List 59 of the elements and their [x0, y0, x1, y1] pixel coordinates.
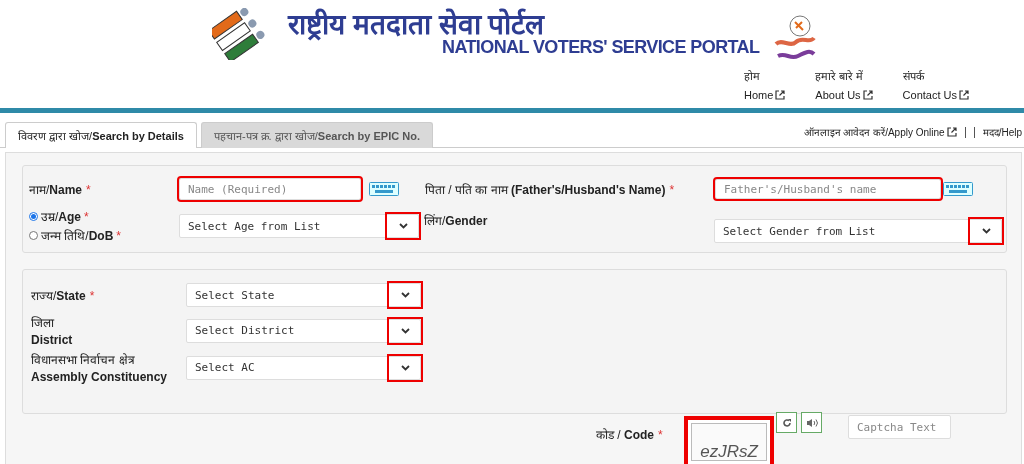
captcha-image: ezJRsZ [686, 418, 772, 464]
radio-button[interactable] [29, 231, 38, 240]
name-field[interactable]: Name (Required) [179, 178, 361, 200]
location-select[interactable]: Select District [186, 318, 421, 343]
location-label: जिला [31, 315, 54, 331]
location-select[interactable]: Select AC [186, 355, 421, 380]
location-select[interactable]: Select State [186, 283, 421, 307]
captcha-label: कोड / Code [596, 427, 654, 443]
captcha-field[interactable]: Captcha Text [848, 415, 951, 439]
external-link-icon [862, 90, 873, 100]
chevron-down-icon [398, 223, 408, 229]
location-label: राज्य/State [31, 287, 86, 304]
required-mark: * [89, 288, 95, 303]
relative-name-field[interactable]: Father's/Husband's name [715, 179, 941, 200]
gender-select[interactable]: Select Gender from List [714, 219, 1002, 243]
select-value: Select Age from List [188, 219, 321, 233]
select-value: Select District [195, 324, 295, 337]
radio-button[interactable] [29, 212, 38, 221]
gender-label: लिंग/Gender [424, 213, 488, 229]
external-link-icon [775, 90, 786, 100]
chevron-down-icon [400, 327, 410, 334]
external-link-icon [946, 127, 957, 137]
required-mark: * [84, 209, 89, 224]
relative-name-label: पिता / पति का नाम (Father's/Husband's Name) [425, 181, 666, 198]
required-mark: * [669, 182, 675, 197]
help-link[interactable]: मदद/Help [982, 125, 1022, 139]
location-label: विधानसभा निर्वाचन क्षेत्र [31, 352, 135, 368]
nav-label-hindi: होम [744, 69, 761, 83]
apply-online-link[interactable]: ऑनलाइन आवेदन करें/Apply Online [803, 125, 957, 139]
ballot-logo-icon [212, 8, 266, 60]
nav-link[interactable]: About Us [815, 89, 873, 101]
search-tab[interactable]: विवरण द्वारा खोज/Search by Details [5, 122, 197, 148]
nav-label-hindi: हमारे बारे में [815, 69, 865, 83]
external-link-icon [959, 90, 969, 100]
name-label: नाम/Name [29, 181, 83, 198]
location-label-english: District [31, 333, 74, 347]
chevron-down-icon [981, 228, 991, 234]
nav-label-hindi: संपर्क [902, 69, 926, 83]
chevron-down-icon [400, 292, 410, 298]
nav-link[interactable]: Home [744, 89, 786, 101]
keyboard-icon[interactable] [369, 182, 399, 196]
required-mark: * [116, 228, 121, 243]
age-select[interactable]: Select Age from List [179, 214, 419, 238]
keyboard-icon[interactable] [943, 182, 973, 196]
audio-button[interactable] [801, 412, 822, 433]
required-mark: * [658, 428, 663, 442]
select-value: Select State [195, 288, 275, 302]
speaker-icon [805, 417, 818, 428]
location-label-english: Assembly Constituency [31, 370, 169, 384]
select-value: Select Gender from List [723, 224, 876, 238]
required-mark: * [86, 182, 91, 197]
radio-label: उम्र/Age [41, 209, 81, 225]
radio-label: जन्म तिथि/DoB [41, 228, 114, 244]
refresh-button[interactable] [776, 412, 797, 433]
chevron-down-icon [400, 364, 410, 371]
nav-link[interactable]: Contact Us [902, 89, 969, 101]
refresh-icon [781, 417, 792, 428]
select-value: Select AC [195, 361, 255, 374]
search-tab[interactable]: पहचान-पत्र क्र. द्वारा खोज/Search by EPIC No. [200, 122, 433, 148]
